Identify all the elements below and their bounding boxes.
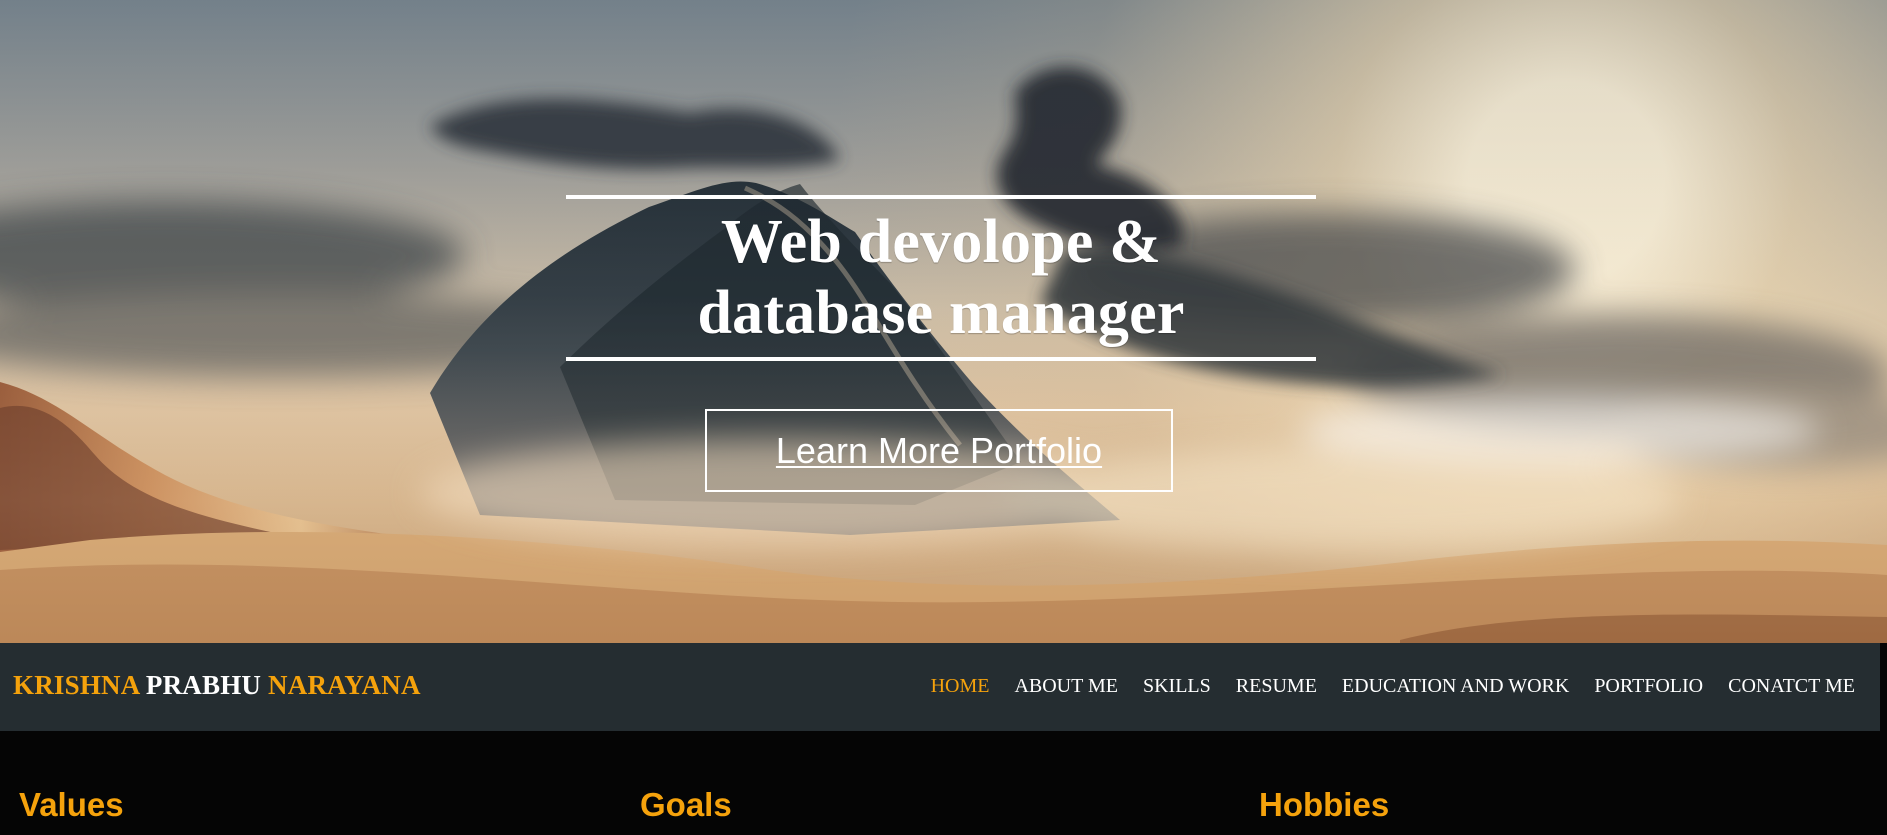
site-brand[interactable]: KRISHNA PRABHU NARAYANA: [13, 670, 421, 700]
brand-first-name: KRISHNA: [13, 670, 139, 700]
portfolio-page: Web devolope & database manager Learn Mo…: [0, 0, 1887, 835]
hobbies-heading: Hobbies: [1259, 786, 1390, 823]
hero-headline: Web devolope & database manager: [697, 208, 1185, 347]
nav-item-education-and-work[interactable]: EDUCATION AND WORK: [1342, 675, 1569, 697]
nav-item-portfolio[interactable]: PORTFOLIO: [1594, 675, 1703, 697]
brand-last-name: NARAYANA: [268, 670, 421, 700]
values-heading: Values: [19, 786, 124, 823]
nav-item-contact-me[interactable]: CONATCT ME: [1728, 675, 1855, 697]
nav-item-about-me[interactable]: ABOUT ME: [1014, 675, 1118, 697]
nav-item-skills[interactable]: SKILLS: [1143, 675, 1211, 697]
goals-heading: Goals: [640, 786, 732, 823]
nav-item-resume[interactable]: RESUME: [1236, 675, 1317, 697]
hero-headline-frame: Web devolope & database manager: [566, 195, 1316, 361]
hero-section: Web devolope & database manager Learn Mo…: [0, 0, 1887, 643]
learn-more-portfolio-button[interactable]: Learn More Portfolio: [705, 409, 1173, 492]
brand-middle-name: PRABHU: [145, 670, 262, 700]
intro-sections: Values Goals Hobbies: [0, 731, 1887, 835]
nav-item-home[interactable]: HOME: [931, 675, 990, 697]
nav-menu: HOME ABOUT ME SKILLS RESUME EDUCATION AN…: [931, 675, 1855, 697]
main-navbar: KRISHNA PRABHU NARAYANA HOME ABOUT ME SK…: [0, 643, 1880, 731]
